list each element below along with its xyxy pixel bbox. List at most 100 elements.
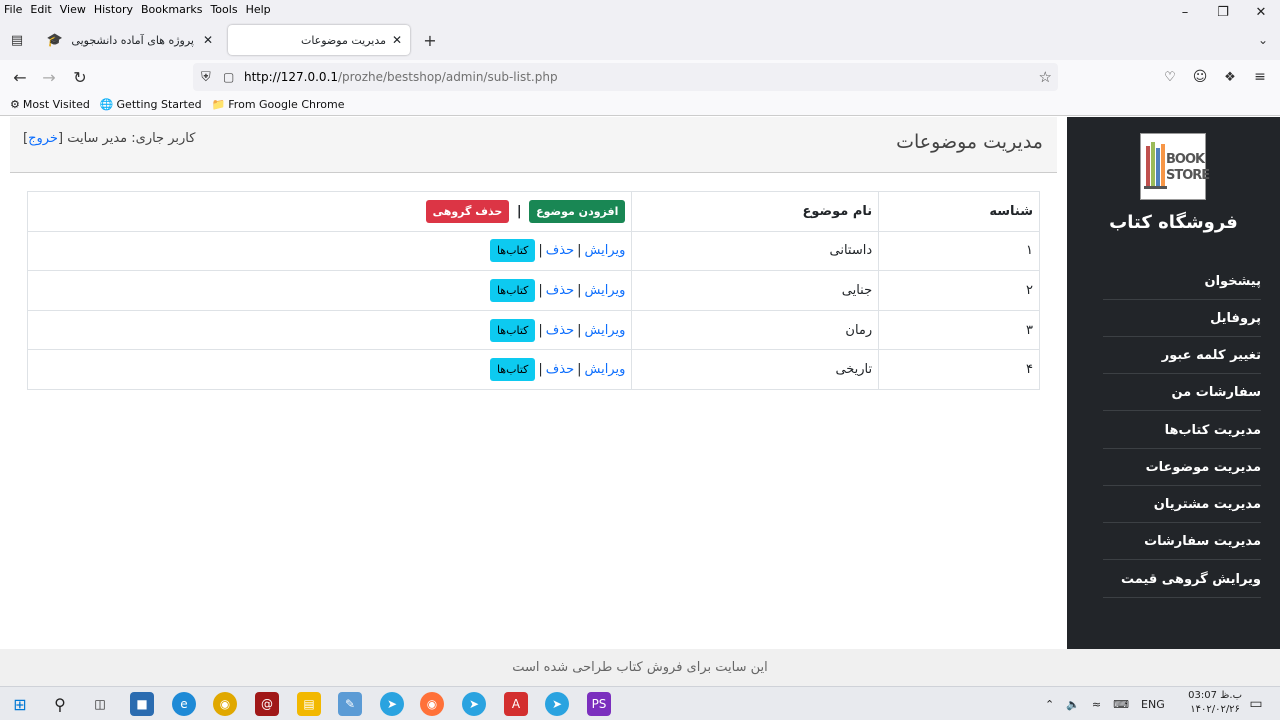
bulk-delete-button[interactable]: حذف گروهی bbox=[425, 199, 510, 223]
navigation-bar: ← → ↻ ⛨ ▢ http://127.0.0.1/prozhe/bestsh… bbox=[0, 60, 1280, 94]
firefox-icon[interactable]: ◉ bbox=[420, 692, 444, 716]
app-icon[interactable]: @ bbox=[255, 692, 279, 716]
logout-bracket: [ bbox=[57, 131, 64, 146]
add-subject-button[interactable]: افزودن موضوع bbox=[529, 199, 626, 223]
menu-file[interactable]: File bbox=[0, 3, 26, 16]
edit-link[interactable]: ویرایش bbox=[585, 283, 626, 298]
bookmark-getting-started[interactable]: 🌐 Getting Started bbox=[100, 98, 202, 111]
extensions-icon[interactable]: ❖ bbox=[1218, 65, 1242, 89]
search-icon[interactable]: ⚲ bbox=[48, 692, 72, 716]
sidebar-item-manage-subjects[interactable]: مدیریت موضوعات bbox=[1103, 449, 1261, 486]
delete-link[interactable]: حذف bbox=[546, 323, 574, 338]
keyboard-icon[interactable]: ⌨ bbox=[1113, 698, 1129, 711]
menu-history[interactable]: History bbox=[90, 3, 137, 16]
sidebar-item-change-password[interactable]: تغییر کلمه عبور bbox=[1103, 337, 1261, 374]
chevron-up-icon[interactable]: ⌃ bbox=[1045, 698, 1054, 711]
logo-line-1: BOOK bbox=[1166, 152, 1205, 167]
edit-link[interactable]: ویرایش bbox=[585, 323, 626, 338]
sidebar-item-profile[interactable]: پروفایل bbox=[1103, 300, 1261, 337]
sidebar-item-dashboard[interactable]: پیشخوان bbox=[1103, 263, 1261, 300]
current-user-info: کاربر جاری: مدیر سایت [خروج] bbox=[23, 131, 195, 146]
tab-projects[interactable]: 🎓 پروژه های آماده دانشجویی ✕ bbox=[37, 25, 222, 55]
delete-link[interactable]: حذف bbox=[546, 243, 574, 258]
table-row: ۱ داستانی ویرایش|حذف|کتاب‌ها bbox=[26, 230, 1040, 272]
books-button[interactable]: کتاب‌ها bbox=[489, 239, 536, 263]
tab-title: مدیریت موضوعات bbox=[300, 33, 386, 47]
language-indicator[interactable]: ENG bbox=[1141, 698, 1165, 711]
url-text: http://127.0.0.1/prozhe/bestshop/admin/s… bbox=[244, 70, 558, 84]
clock[interactable]: 03:07 ب.ظ ۱۴۰۲/۰۲/۲۶ bbox=[1188, 689, 1242, 717]
sidebar-item-bulk-price-edit[interactable]: ویرایش گروهی قیمت bbox=[1103, 561, 1261, 598]
site-footer: این سایت برای فروش کتاب طراحی شده است bbox=[0, 649, 1280, 686]
address-bar[interactable]: ⛨ ▢ http://127.0.0.1/prozhe/bestshop/adm… bbox=[193, 63, 1058, 91]
books-button[interactable]: کتاب‌ها bbox=[489, 278, 536, 302]
tab-close-icon[interactable]: ✕ bbox=[392, 33, 402, 47]
delete-link[interactable]: حذف bbox=[546, 283, 574, 298]
separator: | bbox=[538, 322, 543, 338]
notes-icon[interactable]: ✎ bbox=[338, 692, 362, 716]
menu-bookmarks[interactable]: Bookmarks bbox=[137, 3, 206, 16]
pdf-reader-icon[interactable]: A bbox=[504, 692, 528, 716]
pocket-icon[interactable]: ♡ bbox=[1158, 65, 1182, 89]
account-icon[interactable]: ☺ bbox=[1188, 65, 1212, 89]
edge-icon[interactable]: e bbox=[172, 692, 196, 716]
books-button[interactable]: کتاب‌ها bbox=[489, 318, 536, 342]
tab-close-icon[interactable]: ✕ bbox=[203, 33, 213, 47]
volume-icon[interactable]: 🔈 bbox=[1066, 698, 1080, 711]
menu-edit[interactable]: Edit bbox=[26, 3, 55, 16]
menu-hamburger-icon[interactable]: ≡ bbox=[1248, 65, 1272, 89]
edit-link[interactable]: ویرایش bbox=[585, 243, 626, 258]
separator: | bbox=[577, 243, 582, 259]
url-host: http://127.0.0.1 bbox=[244, 70, 339, 84]
task-view-icon[interactable]: ◫ bbox=[88, 692, 112, 716]
tab-subjects[interactable]: مدیریت موضوعات ✕ bbox=[228, 25, 410, 55]
telegram-icon[interactable]: ➤ bbox=[545, 692, 569, 716]
windows-start-icon[interactable]: ⊞ bbox=[8, 692, 32, 716]
sidebar-item-manage-customers[interactable]: مدیریت مشتریان bbox=[1103, 486, 1261, 523]
globe-icon: 🌐 bbox=[99, 98, 114, 111]
logout-link[interactable]: خروج bbox=[28, 131, 58, 146]
menu-tools[interactable]: Tools bbox=[206, 3, 241, 16]
table-header-row: شناسه نام موضوع افزودن موضوع | حذف گروهی bbox=[26, 191, 1040, 232]
reload-icon[interactable]: ↻ bbox=[68, 65, 92, 89]
bookmark-star-icon[interactable]: ☆ bbox=[1039, 68, 1052, 86]
tab-title: پروژه های آماده دانشجویی bbox=[71, 33, 194, 47]
page-title: مدیریت موضوعات bbox=[896, 131, 1043, 153]
notifications-icon[interactable]: ▭ bbox=[1244, 692, 1268, 716]
wifi-icon[interactable]: ≈ bbox=[1092, 698, 1101, 711]
menu-view[interactable]: View bbox=[56, 3, 90, 16]
tab-list-icon[interactable]: ▤ bbox=[5, 28, 29, 52]
store-icon[interactable]: ■ bbox=[130, 692, 154, 716]
telegram-icon[interactable]: ➤ bbox=[380, 692, 404, 716]
new-tab-icon[interactable]: + bbox=[418, 28, 442, 52]
menu-help[interactable]: Help bbox=[242, 3, 275, 16]
chevron-down-icon[interactable]: ⌄ bbox=[1251, 28, 1275, 52]
store-brand: فروشگاه کتاب bbox=[1109, 212, 1238, 233]
phpstorm-icon[interactable]: PS bbox=[587, 692, 611, 716]
clock-date: ۱۴۰۲/۰۲/۲۶ bbox=[1190, 704, 1240, 715]
telegram-icon[interactable]: ➤ bbox=[462, 692, 486, 716]
sidebar-item-manage-books[interactable]: مدیریت کتاب‌ها bbox=[1103, 412, 1261, 449]
file-explorer-icon[interactable]: ▤ bbox=[297, 692, 321, 716]
clock-time: 03:07 ب.ظ bbox=[1188, 690, 1242, 701]
chrome-icon[interactable]: ◉ bbox=[213, 692, 237, 716]
forward-icon[interactable]: → bbox=[37, 65, 61, 89]
bookmark-label: Most Visited bbox=[22, 98, 90, 111]
delete-link[interactable]: حذف bbox=[546, 362, 574, 377]
folder-icon: 📁 bbox=[211, 98, 226, 111]
sidebar-item-my-orders[interactable]: سفارشات من bbox=[1103, 374, 1261, 411]
shield-icon[interactable]: ⛨ bbox=[201, 70, 211, 85]
bookmarks-toolbar: ⚙ Most Visited 🌐 Getting Started 📁 From Goo… bbox=[0, 94, 1280, 116]
edit-link[interactable]: ویرایش bbox=[585, 362, 626, 377]
books-button[interactable]: کتاب‌ها bbox=[489, 358, 536, 382]
page-info-icon[interactable]: ▢ bbox=[223, 70, 234, 84]
bookmark-google-chrome[interactable]: 📁 From Google Chrome bbox=[212, 98, 345, 111]
gear-icon: ⚙ bbox=[10, 98, 20, 111]
bookmark-most-visited[interactable]: ⚙ Most Visited bbox=[10, 98, 90, 111]
cell-id: ۱ bbox=[878, 230, 1040, 272]
sidebar-item-manage-orders[interactable]: مدیریت سفارشات bbox=[1103, 523, 1261, 560]
tab-favicon-icon: 🎓 bbox=[46, 32, 63, 48]
cell-name: جنایی bbox=[631, 270, 880, 311]
back-icon[interactable]: ← bbox=[8, 65, 32, 89]
logo-line-2: STORE bbox=[1166, 168, 1210, 183]
